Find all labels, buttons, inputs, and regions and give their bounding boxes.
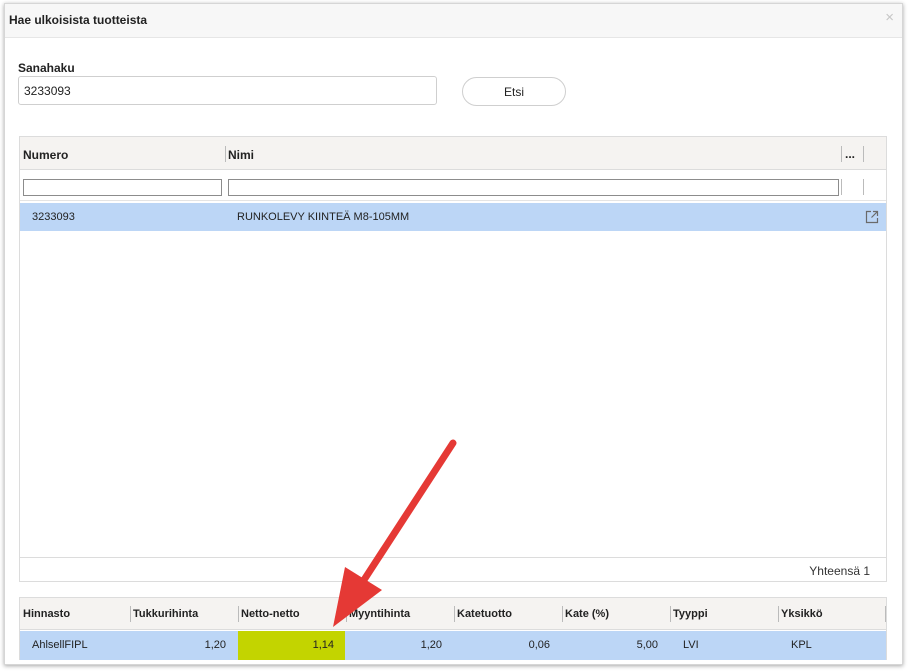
column-header-yksikko[interactable]: Yksikkö (781, 608, 823, 620)
total-count: Yhteensä 1 (809, 564, 870, 578)
column-divider (346, 606, 347, 622)
column-divider (238, 606, 239, 622)
column-header-tukkurihinta[interactable]: Tukkurihinta (133, 608, 198, 620)
search-label: Sanahaku (18, 61, 75, 75)
dialog-titlebar: Hae ulkoisista tuotteista × (5, 4, 902, 38)
column-divider[interactable] (225, 146, 226, 162)
cell-netto-netto: 1,14 (312, 639, 334, 651)
external-link-icon[interactable] (864, 209, 880, 225)
column-divider (841, 179, 842, 195)
search-button[interactable]: Etsi (462, 77, 566, 106)
column-header-numero[interactable]: Numero (23, 148, 68, 162)
column-header-myyntihinta[interactable]: Myyntihinta (349, 608, 410, 620)
filter-row (20, 171, 886, 201)
cell-tyyppi: LVI (683, 639, 699, 651)
column-header-nimi[interactable]: Nimi (228, 148, 254, 162)
column-divider (670, 606, 671, 622)
column-header-netto-netto[interactable]: Netto-netto (241, 608, 300, 620)
column-divider[interactable] (841, 146, 842, 162)
cell-myyntihinta: 1,20 (420, 639, 442, 651)
search-input[interactable] (18, 76, 437, 105)
products-table-footer: Yhteensä 1 (20, 557, 886, 581)
cell-numero: 3233093 (32, 211, 75, 223)
table-row[interactable]: AhlsellFIPL 1,20 1,14 1,20 0,06 5,00 LVI… (20, 631, 886, 660)
cell-tukkurihinta: 1,20 (204, 639, 226, 651)
column-header-kate[interactable]: Kate (%) (565, 608, 609, 620)
product-search-dialog: Hae ulkoisista tuotteista × Sanahaku Ets… (4, 3, 903, 665)
column-divider (778, 606, 779, 622)
price-table: Hinnasto Tukkurihinta Netto-netto Myynti… (19, 597, 887, 660)
cell-yksikko: KPL (791, 639, 812, 651)
cell-katetuotto: 0,06 (528, 639, 550, 651)
dialog-title: Hae ulkoisista tuotteista (9, 13, 148, 27)
cell-hinnasto: AhlsellFIPL (32, 639, 88, 651)
products-table: Numero Nimi ... 3233093 RUNKOLEVY KIINTE… (19, 136, 887, 582)
price-table-header: Hinnasto Tukkurihinta Netto-netto Myynti… (20, 598, 886, 630)
column-header-katetuotto[interactable]: Katetuotto (457, 608, 512, 620)
close-icon[interactable]: × (885, 10, 894, 25)
filter-input-nimi[interactable] (228, 179, 839, 196)
table-row[interactable]: 3233093 RUNKOLEVY KIINTEÄ M8-105MM (20, 203, 886, 231)
cell-nimi: RUNKOLEVY KIINTEÄ M8-105MM (237, 211, 410, 223)
column-divider (863, 146, 864, 162)
column-header-hinnasto[interactable]: Hinnasto (23, 608, 70, 620)
filter-input-numero[interactable] (23, 179, 222, 196)
column-divider (885, 606, 886, 622)
column-divider (562, 606, 563, 622)
column-divider (130, 606, 131, 622)
cell-kate: 5,00 (636, 639, 658, 651)
column-divider (454, 606, 455, 622)
column-header-tyyppi[interactable]: Tyyppi (673, 608, 708, 620)
column-divider (863, 179, 864, 195)
column-menu-button[interactable]: ... (845, 147, 855, 161)
products-table-header: Numero Nimi ... (20, 137, 886, 170)
